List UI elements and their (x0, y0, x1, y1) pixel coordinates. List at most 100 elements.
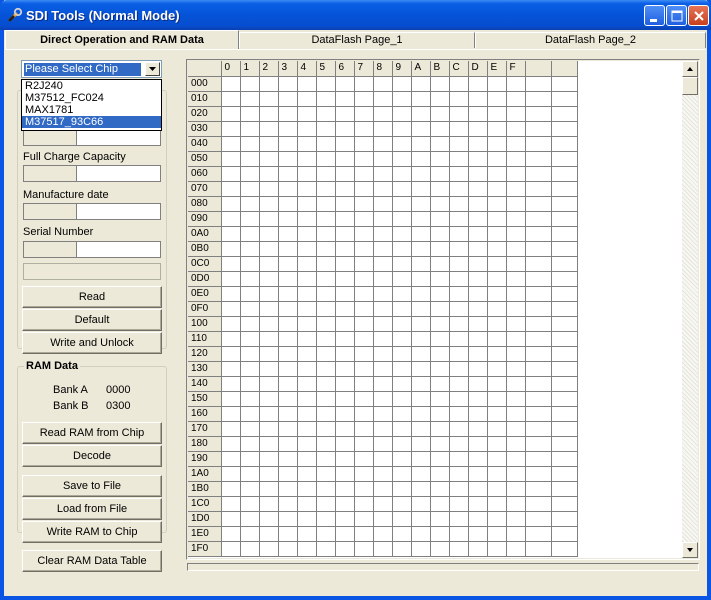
grid-cell[interactable] (392, 226, 412, 242)
grid-cell[interactable] (449, 391, 469, 407)
grid-cell[interactable] (525, 436, 552, 452)
grid-cell[interactable] (392, 451, 412, 467)
grid-cell[interactable] (354, 376, 374, 392)
grid-cell[interactable] (278, 256, 298, 272)
grid-cell[interactable] (468, 196, 488, 212)
grid-cell[interactable] (551, 151, 578, 167)
grid-cell[interactable] (221, 526, 241, 542)
grid-cell[interactable] (392, 496, 412, 512)
grid-cell[interactable] (240, 286, 260, 302)
grid-cell[interactable] (297, 526, 317, 542)
grid-row-header[interactable]: 070 (188, 181, 222, 197)
grid-cell[interactable] (240, 241, 260, 257)
grid-cell[interactable] (551, 526, 578, 542)
grid-cell[interactable] (392, 346, 412, 362)
grid-cell[interactable] (430, 256, 450, 272)
grid-cell[interactable] (278, 376, 298, 392)
grid-cell[interactable] (354, 331, 374, 347)
grid-cell[interactable] (487, 376, 507, 392)
grid-cell[interactable] (354, 241, 374, 257)
grid-cell[interactable] (449, 241, 469, 257)
grid-cell[interactable] (221, 301, 241, 317)
grid-cell[interactable] (551, 481, 578, 497)
chip-select[interactable]: Please Select Chip (21, 60, 162, 78)
grid-cell[interactable] (297, 391, 317, 407)
grid-cell[interactable] (506, 136, 526, 152)
grid-cell[interactable] (221, 106, 241, 122)
grid-cell[interactable] (354, 361, 374, 377)
grid-cell[interactable] (354, 91, 374, 107)
grid-cell[interactable] (297, 421, 317, 437)
grid-cell[interactable] (316, 391, 336, 407)
grid-cell[interactable] (468, 466, 488, 482)
grid-cell[interactable] (335, 106, 355, 122)
grid-cell[interactable] (430, 241, 450, 257)
grid-cell[interactable] (525, 301, 552, 317)
grid-cell[interactable] (449, 181, 469, 197)
grid-cell[interactable] (506, 286, 526, 302)
grid-cell[interactable] (525, 346, 552, 362)
grid-cell[interactable] (335, 121, 355, 137)
full-charge-capacity-input[interactable] (76, 165, 161, 182)
grid-cell[interactable] (487, 526, 507, 542)
grid-cell[interactable] (373, 496, 393, 512)
grid-cell[interactable] (316, 436, 336, 452)
grid-cell[interactable] (354, 526, 374, 542)
grid-cell[interactable] (221, 466, 241, 482)
grid-cell[interactable] (278, 421, 298, 437)
grid-cell[interactable] (506, 121, 526, 137)
grid-column-header[interactable]: 2 (259, 61, 279, 77)
combo-dropdown-button[interactable] (145, 62, 160, 76)
grid-cell[interactable] (221, 436, 241, 452)
grid-cell[interactable] (335, 331, 355, 347)
grid-cell[interactable] (373, 241, 393, 257)
grid-cell[interactable] (411, 166, 431, 182)
grid-cell[interactable] (487, 331, 507, 347)
grid-cell[interactable] (259, 391, 279, 407)
grid-row-header[interactable]: 020 (188, 106, 222, 122)
grid-cell[interactable] (411, 106, 431, 122)
grid-cell[interactable] (551, 136, 578, 152)
grid-cell[interactable] (335, 451, 355, 467)
grid-cell[interactable] (411, 316, 431, 332)
grid-cell[interactable] (449, 136, 469, 152)
grid-row-header[interactable]: 0F0 (188, 301, 222, 317)
grid-cell[interactable] (335, 151, 355, 167)
grid-row-header[interactable]: 110 (188, 331, 222, 347)
grid-cell[interactable] (468, 541, 488, 557)
grid-cell[interactable] (487, 541, 507, 557)
grid-cell[interactable] (468, 151, 488, 167)
grid-cell[interactable] (335, 286, 355, 302)
grid-cell[interactable] (335, 256, 355, 272)
grid-cell[interactable] (449, 331, 469, 347)
grid-cell[interactable] (221, 376, 241, 392)
grid-cell[interactable] (259, 316, 279, 332)
grid-cell[interactable] (335, 301, 355, 317)
grid-cell[interactable] (240, 466, 260, 482)
grid-cell[interactable] (373, 346, 393, 362)
maximize-button[interactable] (666, 5, 687, 26)
grid-cell[interactable] (525, 196, 552, 212)
grid-cell[interactable] (297, 346, 317, 362)
grid-cell[interactable] (430, 481, 450, 497)
grid-cell[interactable] (240, 481, 260, 497)
grid-cell[interactable] (449, 346, 469, 362)
grid-cell[interactable] (411, 436, 431, 452)
grid-cell[interactable] (487, 76, 507, 92)
grid-cell[interactable] (506, 91, 526, 107)
grid-cell[interactable] (551, 391, 578, 407)
grid-cell[interactable] (354, 121, 374, 137)
grid-cell[interactable] (278, 511, 298, 527)
grid-cell[interactable] (278, 166, 298, 182)
grid-cell[interactable] (430, 526, 450, 542)
grid-column-header[interactable]: 6 (335, 61, 355, 77)
minimize-button[interactable] (644, 5, 665, 26)
grid-row-header[interactable]: 180 (188, 436, 222, 452)
grid-cell[interactable] (354, 226, 374, 242)
grid-cell[interactable] (506, 331, 526, 347)
grid-cell[interactable] (392, 106, 412, 122)
grid-cell[interactable] (354, 541, 374, 557)
grid-cell[interactable] (259, 226, 279, 242)
grid-column-header[interactable]: 4 (297, 61, 317, 77)
grid-cell[interactable] (278, 76, 298, 92)
